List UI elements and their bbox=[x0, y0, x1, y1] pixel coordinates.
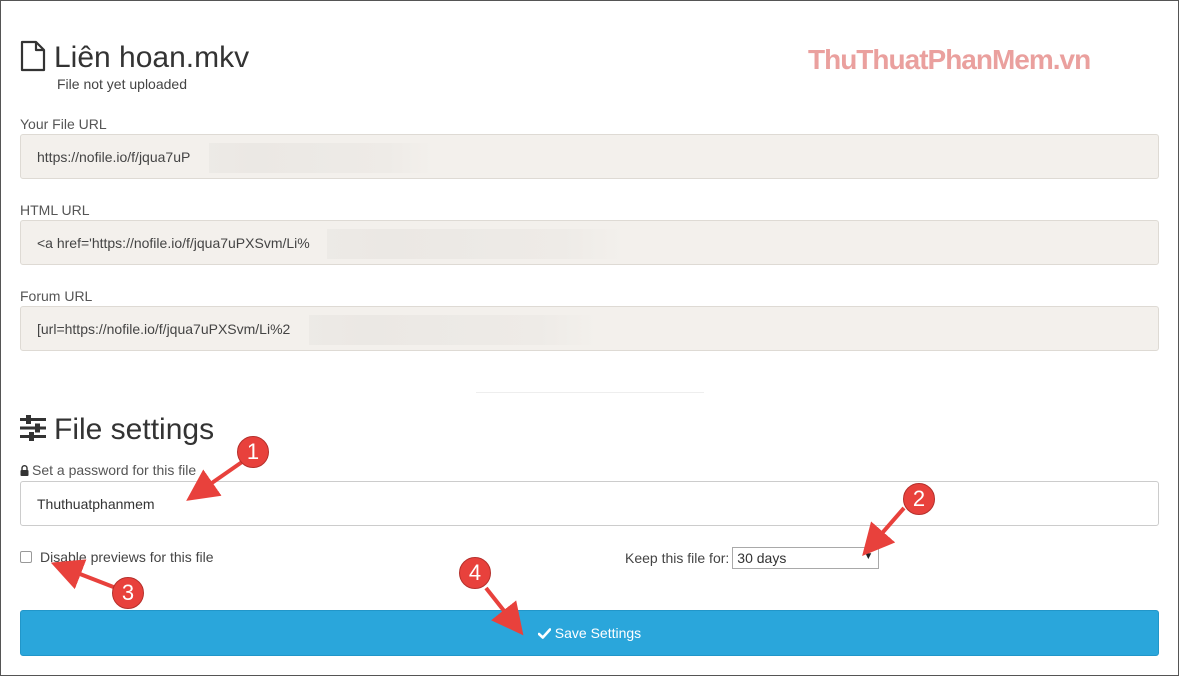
annotation-badge-3: 3 bbox=[112, 577, 144, 609]
annotation-badge-1: 1 bbox=[237, 436, 269, 468]
annotation-badge-4: 4 bbox=[459, 557, 491, 589]
annotation-arrows bbox=[50, 460, 906, 636]
annotation-badge-2: 2 bbox=[903, 483, 935, 515]
annotation-arrow-2 bbox=[862, 506, 906, 557]
annotation-arrow-3 bbox=[50, 559, 117, 590]
annotation-arrow-4 bbox=[484, 586, 524, 636]
annotation-arrow-1 bbox=[186, 460, 244, 501]
